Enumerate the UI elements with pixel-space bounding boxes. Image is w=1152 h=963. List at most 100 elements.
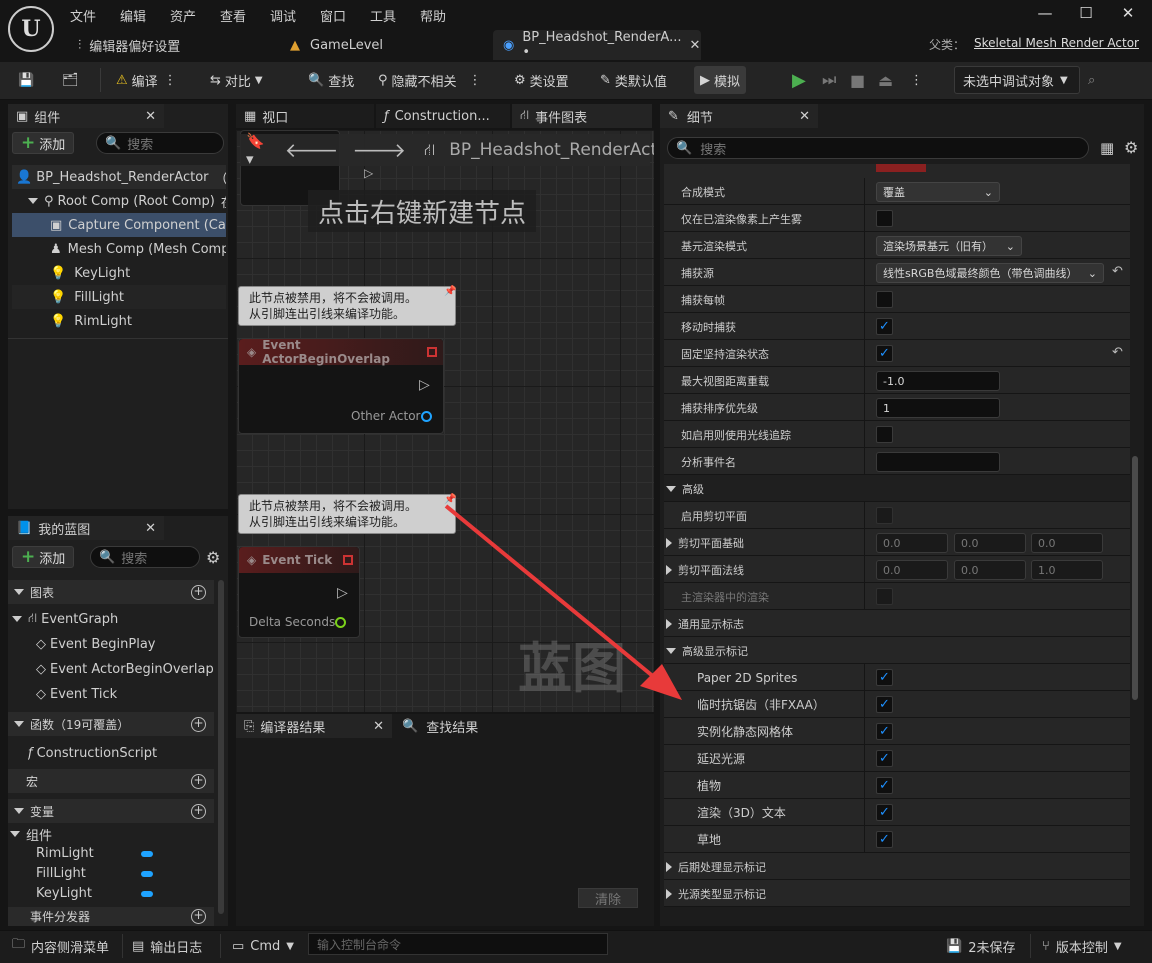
functions-section[interactable]: 函数（19可覆盖） + bbox=[8, 712, 214, 736]
event-item[interactable]: ◇ Event ActorBeginOverlap bbox=[36, 657, 216, 681]
raytracing-checkbox[interactable] bbox=[876, 426, 893, 443]
event-item[interactable]: ◇ Event Tick bbox=[36, 682, 216, 706]
float-pin-icon[interactable] bbox=[335, 617, 346, 628]
play-icon[interactable]: ▶ bbox=[792, 66, 806, 94]
stop-icon[interactable]: ■ bbox=[850, 66, 865, 94]
diff-button[interactable]: ⇆ 对比 ▼ bbox=[210, 66, 263, 94]
hide-unrelated-button[interactable]: ⚲ 隐藏不相关 ⋮ bbox=[378, 66, 482, 94]
clear-button[interactable]: 清除 bbox=[578, 888, 638, 908]
component-tree-item[interactable]: 💡 KeyLight bbox=[50, 261, 226, 285]
add-circle-icon[interactable]: + bbox=[191, 803, 206, 819]
tab-compiler-results[interactable]: ⎘ 编译器结果 ✕ bbox=[236, 714, 392, 738]
tab-game-level[interactable]: ▲ GameLevel bbox=[280, 30, 393, 60]
delegate-pin-icon[interactable] bbox=[427, 347, 437, 357]
menu-file[interactable]: 文件 bbox=[70, 6, 96, 25]
clip-normal-z[interactable]: 1.0 bbox=[1031, 560, 1103, 580]
more-icon[interactable]: ⋮ bbox=[910, 66, 923, 94]
clip-base-y[interactable]: 0.0 bbox=[954, 533, 1026, 553]
close-icon[interactable]: ✕ bbox=[145, 521, 156, 536]
add-circle-icon[interactable]: + bbox=[191, 909, 206, 924]
add-circle-icon[interactable]: + bbox=[191, 716, 206, 732]
output-log-button[interactable]: ▤ 输出日志 bbox=[132, 934, 202, 958]
object-pin-icon[interactable] bbox=[421, 411, 432, 422]
bookmark-icon[interactable]: 🔖▾ bbox=[246, 132, 265, 168]
exec-pin-icon[interactable]: ▷ bbox=[419, 377, 430, 393]
max-view-distance-input[interactable]: -1.0 bbox=[876, 371, 1000, 391]
menu-edit[interactable]: 编辑 bbox=[120, 6, 146, 25]
step-icon[interactable]: ⏭ bbox=[822, 66, 836, 94]
composite-mode-select[interactable]: 覆盖 ⌄ bbox=[876, 182, 1000, 202]
close-icon[interactable]: ✕ bbox=[799, 109, 810, 124]
exec-pin-icon[interactable]: ▷ bbox=[337, 585, 348, 601]
foliage-checkbox[interactable]: ✓ bbox=[876, 777, 893, 794]
clip-base-x[interactable]: 0.0 bbox=[876, 533, 948, 553]
close-icon[interactable]: ✕ bbox=[690, 38, 701, 53]
menu-window[interactable]: 窗口 bbox=[320, 6, 346, 25]
minimize-icon[interactable]: — bbox=[1030, 4, 1060, 26]
close-window-icon[interactable]: ✕ bbox=[1113, 4, 1143, 26]
simulate-button[interactable]: ▶ 模拟 bbox=[694, 66, 747, 94]
persist-rendering-checkbox[interactable]: ✓ bbox=[876, 345, 893, 362]
my-blueprint-tab[interactable]: 📘 我的蓝图 ✕ bbox=[8, 516, 164, 540]
dispatchers-section[interactable]: 事件分发器 + bbox=[8, 907, 214, 926]
variable-item[interactable]: RimLight bbox=[36, 842, 156, 864]
main-view-checkbox[interactable] bbox=[876, 588, 893, 605]
add-member-button[interactable]: + 添加 bbox=[12, 546, 75, 568]
debug-find-icon[interactable]: ⌕ bbox=[1088, 66, 1095, 94]
graphs-section[interactable]: 图表 + bbox=[8, 580, 214, 604]
event-actor-overlap-node[interactable]: ◈ Event ActorBeginOverlap ▷ Other Actor bbox=[238, 338, 444, 434]
capture-every-frame-checkbox[interactable] bbox=[876, 291, 893, 308]
tab-construction[interactable]: ƒ Construction... bbox=[376, 104, 510, 128]
tab-details[interactable]: ✎ 细节 ✕ bbox=[660, 104, 818, 128]
add-circle-icon[interactable]: + bbox=[191, 584, 206, 600]
tab-viewport[interactable]: ▦ 视口 bbox=[236, 104, 374, 128]
taa-checkbox[interactable]: ✓ bbox=[876, 696, 893, 713]
variable-item[interactable]: KeyLight bbox=[36, 882, 156, 904]
components-search-input[interactable]: 🔍 搜索 bbox=[96, 132, 224, 154]
capture-source-select[interactable]: 线性sRGB色域最终颜色（带色调曲线） ⌄ bbox=[876, 263, 1104, 283]
console-input[interactable]: 输入控制台命令 bbox=[308, 933, 608, 955]
menu-debug[interactable]: 调试 bbox=[270, 6, 296, 25]
add-component-button[interactable]: + 添加 bbox=[12, 132, 75, 154]
details-row[interactable]: 剪切平面法线 0.0 0.0 1.0 bbox=[664, 556, 1130, 583]
details-scrollbar[interactable] bbox=[1132, 456, 1138, 700]
fog-checkbox[interactable] bbox=[876, 210, 893, 227]
browse-icon[interactable]: 🗂 bbox=[62, 66, 79, 94]
menu-view[interactable]: 查看 bbox=[220, 6, 246, 25]
pin-icon[interactable]: 📌 bbox=[444, 286, 456, 297]
class-settings-button[interactable]: ⚙ 类设置 bbox=[514, 66, 569, 94]
component-tree-item[interactable]: 💡 FillLight bbox=[12, 285, 226, 309]
gear-icon[interactable]: ⚙ bbox=[1124, 138, 1138, 157]
clip-normal-y[interactable]: 0.0 bbox=[954, 560, 1026, 580]
table-view-icon[interactable]: ▦ bbox=[1100, 139, 1114, 157]
primitive-mode-select[interactable]: 渲染场景基元（旧有） ⌄ bbox=[876, 236, 1022, 256]
reset-arrow-icon[interactable]: ↶ bbox=[1112, 264, 1123, 279]
component-root-item[interactable]: 👤BP_Headshot_RenderActor （自 bbox=[12, 165, 226, 189]
components-tab[interactable]: ▣ 组件 ✕ bbox=[8, 104, 164, 128]
source-control-button[interactable]: ⑂ 版本控制 ▼ bbox=[1042, 934, 1122, 958]
unsaved-button[interactable]: 💾 2未保存 bbox=[946, 934, 1015, 958]
deferred-lighting-checkbox[interactable]: ✓ bbox=[876, 750, 893, 767]
tab-blueprint[interactable]: ◉ BP_Headshot_RenderA... • ✕ bbox=[493, 30, 701, 60]
event-tick-node[interactable]: ◈ Event Tick ▷ Delta Seconds bbox=[238, 546, 360, 638]
component-tree-item[interactable]: ⚲Root Comp (Root Comp) 在C bbox=[28, 189, 226, 213]
reset-arrow-icon[interactable]: ↶ bbox=[1112, 345, 1123, 360]
content-drawer-button[interactable]: 🗀 内容侧滑菜单 bbox=[12, 934, 109, 958]
class-defaults-button[interactable]: ✎ 类默认值 bbox=[600, 66, 667, 94]
menu-tools[interactable]: 工具 bbox=[370, 6, 396, 25]
details-row[interactable]: 高级显示标记 bbox=[664, 637, 1130, 664]
menu-help[interactable]: 帮助 bbox=[420, 6, 446, 25]
macros-section[interactable]: 宏 + bbox=[8, 769, 214, 793]
back-arrow-icon[interactable]: 🡐 bbox=[285, 138, 339, 162]
menu-asset[interactable]: 资产 bbox=[170, 6, 196, 25]
clip-plane-checkbox[interactable] bbox=[876, 507, 893, 524]
details-row[interactable]: 剪切平面基础 0.0 0.0 0.0 bbox=[664, 529, 1130, 556]
save-icon[interactable]: 💾 bbox=[18, 66, 34, 94]
details-row[interactable]: 通用显示标志 bbox=[664, 610, 1130, 637]
add-circle-icon[interactable]: + bbox=[191, 773, 206, 789]
find-button[interactable]: 🔍 查找 bbox=[308, 66, 354, 94]
blueprint-search-input[interactable]: 🔍 搜索 bbox=[90, 546, 200, 568]
maximize-icon[interactable]: ☐ bbox=[1071, 4, 1101, 26]
close-icon[interactable]: ✕ bbox=[145, 109, 156, 124]
category-row[interactable]: 高级 bbox=[664, 475, 1130, 502]
